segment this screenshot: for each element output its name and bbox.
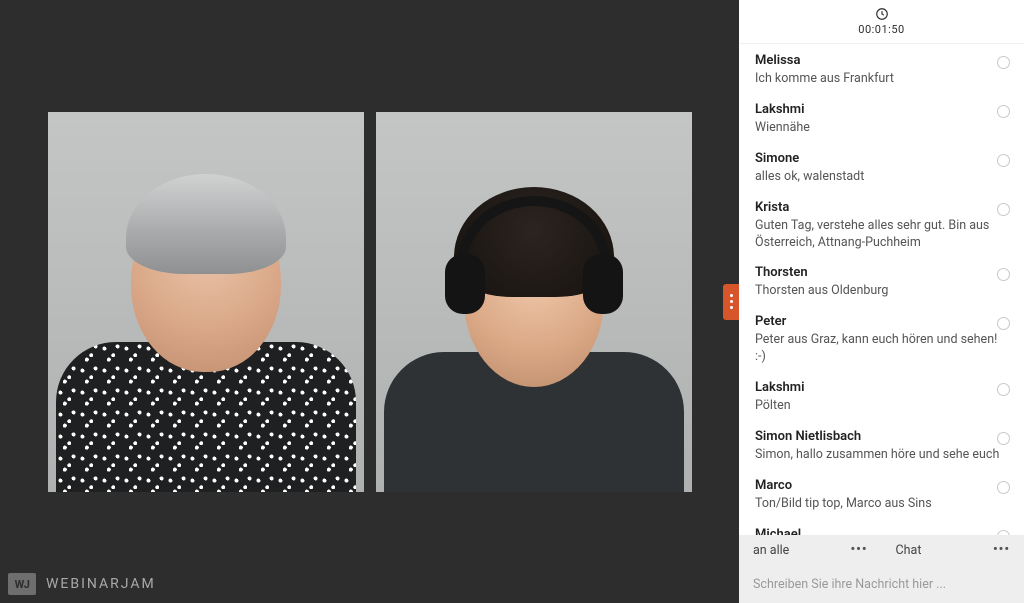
- brand-name: WEBINARJAM: [46, 576, 156, 592]
- chat-author: Simone: [755, 151, 1008, 166]
- chat-tab-selector[interactable]: Chat •••: [882, 543, 1024, 558]
- webinar-app: WJ WEBINARJAM 00:01:50 Melissa Ich komme…: [0, 0, 1024, 603]
- chat-message[interactable]: Lakshmi Pölten: [739, 373, 1024, 422]
- chat-author: Marco: [755, 478, 1008, 493]
- chat-message[interactable]: Simon Nietlisbach Simon, hallo zusammen …: [739, 422, 1024, 471]
- person-figure: [76, 182, 336, 492]
- chat-author: Melissa: [755, 53, 1008, 68]
- brand-logo: WJ: [8, 573, 36, 595]
- video-tile-presenter-1[interactable]: [48, 112, 364, 492]
- session-timer: 00:01:50: [739, 0, 1024, 44]
- chat-sidebar: 00:01:50 Melissa Ich komme aus Frankfurt…: [739, 0, 1024, 603]
- message-action-circle[interactable]: [997, 530, 1010, 535]
- message-action-circle[interactable]: [997, 268, 1010, 281]
- stage-area: WJ WEBINARJAM: [0, 0, 739, 603]
- chat-text: Ton/Bild tip top, Marco aus Sins: [755, 496, 1008, 513]
- chat-author: Thorsten: [755, 265, 1008, 280]
- video-tile-presenter-2[interactable]: [376, 112, 692, 492]
- chat-author: Peter: [755, 314, 1008, 329]
- brand-badge: WJ WEBINARJAM: [8, 573, 156, 595]
- recipient-label: an alle: [753, 543, 789, 558]
- person-figure: [404, 182, 664, 492]
- chat-text: Ich komme aus Frankfurt: [755, 71, 1008, 88]
- chat-text: Wiennähe: [755, 120, 1008, 137]
- chat-message[interactable]: Simone alles ok, walenstadt: [739, 144, 1024, 193]
- chat-text: Guten Tag, verstehe alles sehr gut. Bin …: [755, 218, 1008, 252]
- chat-text: Thorsten aus Oldenburg: [755, 283, 1008, 300]
- chat-message[interactable]: Marco Ton/Bild tip top, Marco aus Sins: [739, 471, 1024, 520]
- chat-message[interactable]: Melissa Ich komme aus Frankfurt: [739, 46, 1024, 95]
- chat-message-list[interactable]: Melissa Ich komme aus Frankfurt Lakshmi …: [739, 44, 1024, 535]
- video-stage: [0, 0, 739, 603]
- chat-message[interactable]: Lakshmi Wiennähe: [739, 95, 1024, 144]
- recipient-selector[interactable]: an alle •••: [739, 543, 882, 558]
- sidebar-toggle-button[interactable]: [723, 284, 739, 320]
- message-action-circle[interactable]: [997, 383, 1010, 396]
- message-action-circle[interactable]: [997, 105, 1010, 118]
- message-action-circle[interactable]: [997, 154, 1010, 167]
- message-action-circle[interactable]: [997, 203, 1010, 216]
- clock-icon: [875, 7, 889, 21]
- chat-text: Peter aus Graz, kann euch hören und sehe…: [755, 332, 1008, 366]
- chat-author: Krista: [755, 200, 1008, 215]
- chat-input[interactable]: Schreiben Sie ihre Nachricht hier ...: [739, 565, 1024, 603]
- chat-author: Lakshmi: [755, 102, 1008, 117]
- more-vertical-icon: [730, 294, 733, 309]
- chat-message[interactable]: Thorsten Thorsten aus Oldenburg: [739, 258, 1024, 307]
- chat-composer: an alle ••• Chat ••• Schreiben Sie ihre …: [739, 535, 1024, 603]
- chat-author: Simon Nietlisbach: [755, 429, 1008, 444]
- elapsed-time: 00:01:50: [858, 23, 904, 36]
- chat-author: Michael: [755, 527, 1008, 535]
- chat-input-placeholder: Schreiben Sie ihre Nachricht hier ...: [753, 577, 946, 592]
- chat-message[interactable]: Krista Guten Tag, verstehe alles sehr gu…: [739, 193, 1024, 259]
- message-action-circle[interactable]: [997, 432, 1010, 445]
- message-action-circle[interactable]: [997, 56, 1010, 69]
- chat-text: Pölten: [755, 398, 1008, 415]
- chat-message[interactable]: Michael micha: [739, 520, 1024, 535]
- chat-text: Simon, hallo zusammen höre und sehe euch: [755, 447, 1008, 464]
- message-action-circle[interactable]: [997, 317, 1010, 330]
- chat-text: alles ok, walenstadt: [755, 169, 1008, 186]
- chat-tab-label: Chat: [896, 543, 922, 558]
- message-action-circle[interactable]: [997, 481, 1010, 494]
- chat-message[interactable]: Peter Peter aus Graz, kann euch hören un…: [739, 307, 1024, 373]
- chat-author: Lakshmi: [755, 380, 1008, 395]
